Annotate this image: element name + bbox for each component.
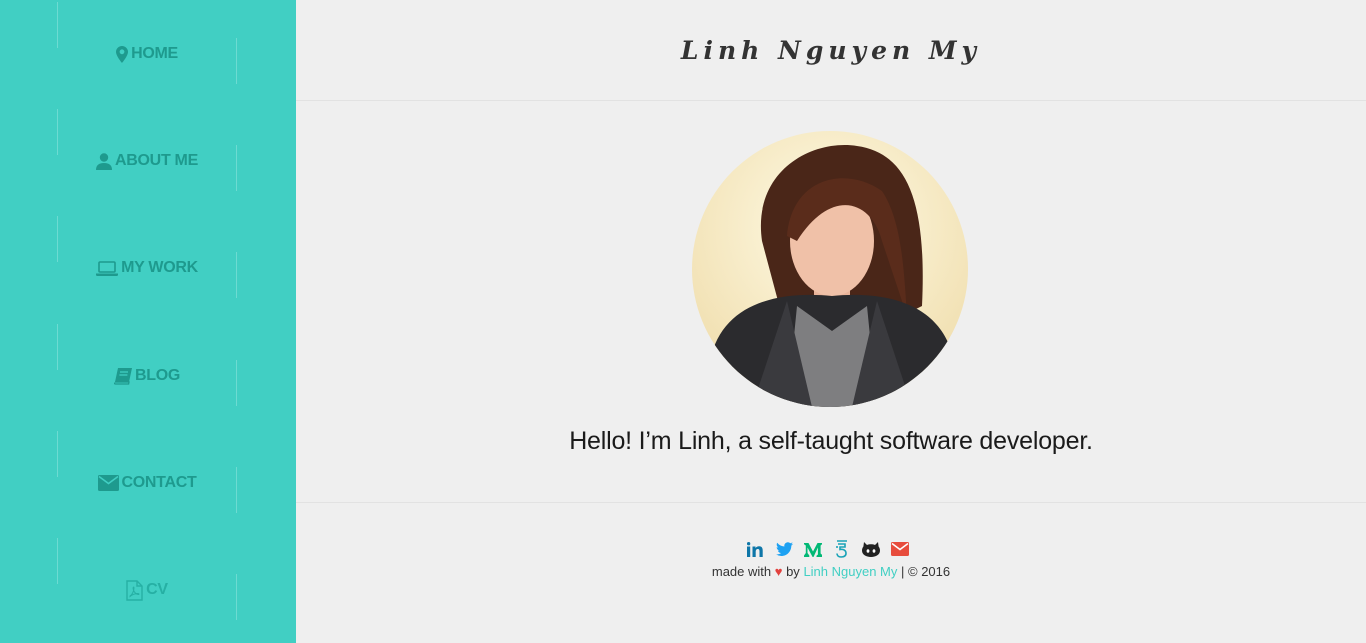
social-links	[745, 539, 910, 559]
nav-divider	[57, 538, 58, 584]
medium-icon[interactable]	[803, 539, 823, 559]
nav-divider	[57, 109, 58, 155]
header: Linh Nguyen My	[296, 0, 1366, 101]
envelope-icon	[97, 475, 119, 491]
map-marker-icon	[116, 45, 129, 63]
intro-text: Hello! I’m Linh, a self-taught software …	[569, 427, 1093, 455]
sidebar-item-label: CONTACT	[121, 474, 197, 491]
sidebar-item-home[interactable]: HOME	[57, 2, 237, 88]
sidebar-item-contact[interactable]: CONTACT	[57, 431, 237, 517]
footer-made-with: made with	[711, 564, 772, 579]
nav-divider	[236, 252, 237, 298]
nav-divider	[57, 2, 58, 48]
heart-icon: ♥	[774, 564, 783, 579]
site-title: Linh Nguyen My	[680, 35, 982, 65]
nav-divider	[57, 431, 58, 477]
main-content: Linh Nguyen My Hello! I’m Linh, a self-t…	[296, 0, 1366, 643]
email-icon[interactable]	[890, 539, 910, 559]
file-pdf-icon	[126, 579, 143, 601]
sidebar: HOME ABOUT ME MY WORK BLOG CONTACT CV	[0, 0, 296, 643]
footer-credit: made with ♥ by Linh Nguyen My | © 2016	[296, 564, 1366, 579]
sidebar-item-label: CV	[146, 581, 168, 598]
laptop-icon	[96, 260, 119, 276]
nav-divider	[236, 467, 237, 513]
nav-divider	[236, 574, 237, 620]
sidebar-item-label: BLOG	[134, 367, 181, 384]
freecodecamp-icon[interactable]	[832, 539, 852, 559]
nav-divider	[236, 38, 237, 84]
nav-divider	[57, 324, 58, 370]
sidebar-item-label: ABOUT ME	[115, 152, 198, 169]
sidebar-item-label: HOME	[131, 45, 178, 62]
author-link[interactable]: Linh Nguyen My	[803, 564, 897, 579]
footer-divider	[296, 502, 1366, 503]
nav-divider	[236, 360, 237, 406]
user-icon	[96, 152, 113, 170]
footer-copyright: | © 2016	[901, 564, 951, 579]
nav-divider	[57, 216, 58, 262]
sidebar-item-label: MY WORK	[121, 259, 198, 276]
sidebar-item-about[interactable]: ABOUT ME	[57, 109, 237, 195]
footer-by: by	[786, 564, 800, 579]
sidebar-item-blog[interactable]: BLOG	[57, 324, 237, 410]
nav-divider	[236, 145, 237, 191]
sidebar-item-my-work[interactable]: MY WORK	[57, 216, 237, 302]
github-icon[interactable]	[861, 539, 881, 559]
sidebar-item-cv[interactable]: CV	[57, 538, 237, 624]
book-icon	[113, 367, 132, 385]
linkedin-icon[interactable]	[745, 539, 765, 559]
profile-photo	[692, 131, 968, 407]
twitter-icon[interactable]	[774, 539, 794, 559]
